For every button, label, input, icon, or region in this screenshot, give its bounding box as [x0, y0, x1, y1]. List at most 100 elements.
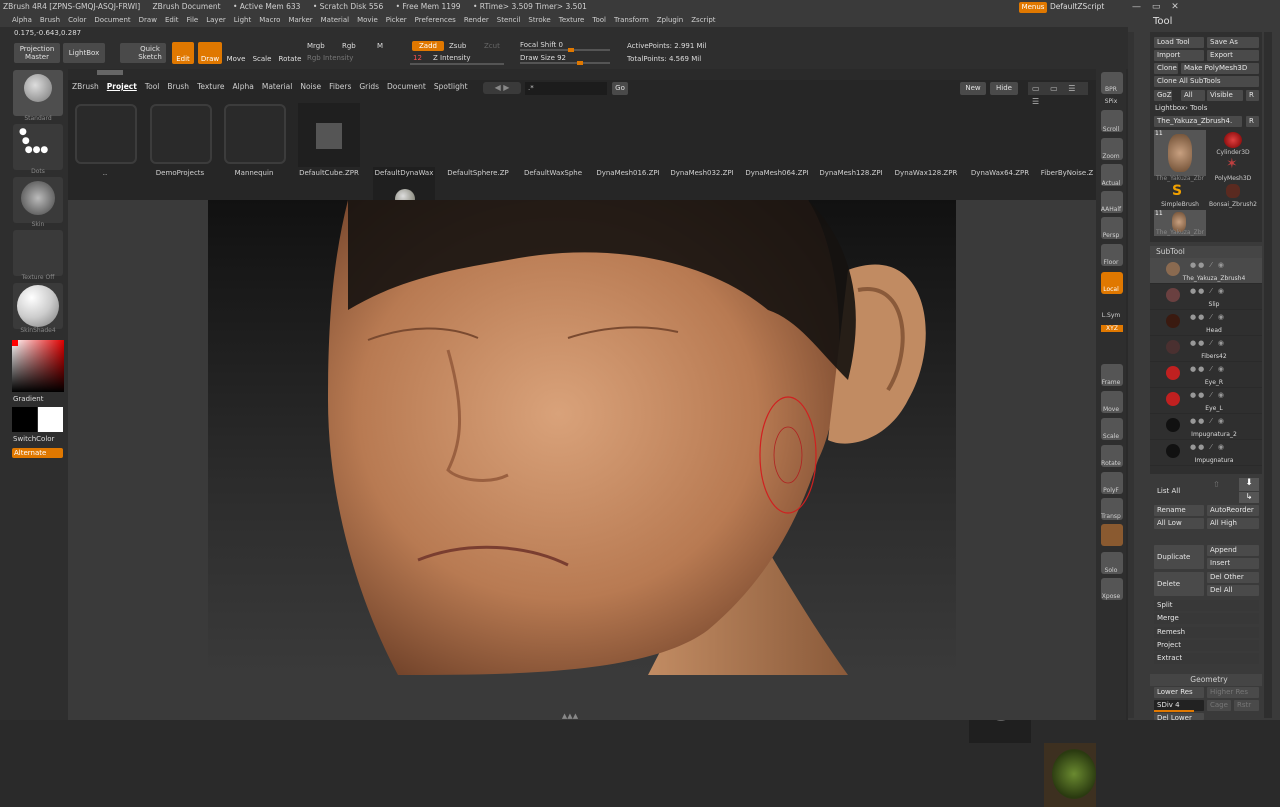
menu-item-movie[interactable]: Movie: [357, 16, 378, 24]
lightbox-item-fiberbynoise[interactable]: [1044, 743, 1096, 807]
m-button[interactable]: M: [377, 42, 383, 50]
lightbox-item-defaultcube[interactable]: [298, 103, 360, 167]
append-button[interactable]: Append: [1207, 545, 1259, 556]
shelf-scroll-handle[interactable]: [97, 70, 123, 75]
lightbox-tab-material[interactable]: Material: [262, 82, 292, 94]
canvas-viewport[interactable]: [208, 200, 956, 675]
lightbox-tab-noise[interactable]: Noise: [300, 82, 321, 94]
menu-item-zscript[interactable]: Zscript: [691, 16, 715, 24]
subtool-visibility-toggles[interactable]: ●● ⁄ ◉: [1190, 417, 1226, 425]
stroke-thumbnail[interactable]: ● ● ●●●: [13, 124, 63, 170]
draw-size-handle[interactable]: [577, 61, 583, 65]
focal-shift-handle[interactable]: [568, 48, 574, 52]
menus-button[interactable]: Menus: [1019, 2, 1047, 13]
menu-item-color[interactable]: Color: [68, 16, 86, 24]
move-right-arrow-icon[interactable]: ↳: [1239, 492, 1259, 503]
all-high-button[interactable]: All High: [1207, 518, 1259, 529]
alternate-button[interactable]: Alternate: [12, 448, 63, 458]
list-all-button[interactable]: List All: [1154, 486, 1204, 497]
menu-item-zplugin[interactable]: Zplugin: [657, 16, 683, 24]
export-button[interactable]: Export: [1207, 50, 1259, 61]
tool-panel-left-divider[interactable]: [1128, 32, 1134, 718]
lightbox-tab-grids[interactable]: Grids: [359, 82, 379, 94]
projection-master-button[interactable]: Projection Master: [14, 43, 60, 63]
simplebrush-icon[interactable]: S: [1172, 183, 1182, 199]
subtool-visibility-toggles[interactable]: ●● ⁄ ◉: [1190, 313, 1226, 321]
polymesh3d-icon[interactable]: ✶: [1226, 156, 1238, 172]
menu-item-light[interactable]: Light: [234, 16, 251, 24]
rename-button[interactable]: Rename: [1154, 505, 1204, 516]
insert-button[interactable]: Insert: [1207, 558, 1259, 569]
merge-section[interactable]: Merge: [1154, 613, 1259, 624]
focal-shift-slider[interactable]: Focal Shift 0: [520, 41, 563, 49]
subtool-item[interactable]: ●● ⁄ ◉ Eye_R: [1150, 362, 1262, 388]
lightbox-new-button[interactable]: New: [960, 82, 986, 95]
menu-item-preferences[interactable]: Preferences: [415, 16, 456, 24]
switchcolor-button[interactable]: SwitchColor: [13, 435, 54, 443]
subtool-visibility-toggles[interactable]: ●● ⁄ ◉: [1190, 261, 1226, 269]
secondary-color-swatch[interactable]: [38, 407, 63, 432]
delete-button[interactable]: Delete: [1154, 572, 1204, 596]
menu-item-stencil[interactable]: Stencil: [497, 16, 521, 24]
move-down-arrow-icon[interactable]: ⬇: [1239, 478, 1259, 491]
subtool-visibility-toggles[interactable]: ●● ⁄ ◉: [1190, 365, 1226, 373]
clone-all-subtools-button[interactable]: Clone All SubTools: [1154, 76, 1259, 87]
z-intensity-slider[interactable]: Z Intensity: [433, 54, 471, 62]
lightbox-item-demoprojects[interactable]: [150, 104, 212, 164]
menu-item-picker[interactable]: Picker: [386, 16, 407, 24]
brush-thumbnail[interactable]: [13, 70, 63, 116]
r-button[interactable]: R: [1246, 90, 1259, 101]
menu-item-render[interactable]: Render: [464, 16, 489, 24]
subtool-item[interactable]: ●● ⁄ ◉ Impugnatura_2: [1150, 414, 1262, 440]
subtool-visibility-toggles[interactable]: ●● ⁄ ◉: [1190, 287, 1226, 295]
autoreorder-button[interactable]: AutoReorder: [1207, 505, 1259, 516]
menu-item-transform[interactable]: Transform: [614, 16, 649, 24]
lightbox-nav-arrows[interactable]: ◀ ▶: [483, 82, 521, 94]
zadd-button[interactable]: Zadd: [412, 41, 444, 51]
lsym-label[interactable]: L.Sym: [1096, 312, 1126, 319]
import-button[interactable]: Import: [1154, 50, 1204, 61]
del-lower-button[interactable]: Del Lower: [1154, 713, 1204, 720]
cage-button[interactable]: Cage: [1207, 700, 1231, 711]
tool-r-button[interactable]: R: [1246, 116, 1259, 127]
lightbox-tab-spotlight[interactable]: Spotlight: [434, 82, 468, 94]
duplicate-button[interactable]: Duplicate: [1154, 545, 1204, 569]
canvas-bottom-handle[interactable]: ▲▲▲: [540, 712, 600, 720]
window-controls[interactable]: — ▭ ✕: [1132, 2, 1183, 12]
lightbox-search-input[interactable]: .*: [525, 82, 607, 95]
lower-res-button[interactable]: Lower Res: [1154, 687, 1204, 698]
lightbox-hide-button[interactable]: Hide: [990, 82, 1018, 95]
del-all-button[interactable]: Del All: [1207, 585, 1259, 596]
lightbox-tab-document[interactable]: Document: [387, 82, 426, 94]
default-zscript[interactable]: DefaultZScript: [1050, 2, 1104, 11]
menu-item-draw[interactable]: Draw: [139, 16, 157, 24]
project-section[interactable]: Project: [1154, 640, 1259, 651]
draw-size-slider[interactable]: Draw Size 92: [520, 54, 566, 62]
split-section[interactable]: Split: [1154, 600, 1259, 611]
clone-button[interactable]: Clone: [1154, 63, 1178, 74]
subtool-item[interactable]: ●● ⁄ ◉ Eye_L: [1150, 388, 1262, 414]
lightbox-tab-texture[interactable]: Texture: [197, 82, 224, 94]
gradient-label[interactable]: Gradient: [13, 395, 43, 403]
tool-palette-title[interactable]: Tool: [1153, 16, 1172, 27]
menu-item-texture[interactable]: Texture: [559, 16, 585, 24]
lightbox-view-controls[interactable]: ▭ ▭ ☰ ☰: [1028, 82, 1088, 106]
del-other-button[interactable]: Del Other: [1207, 572, 1259, 583]
menu-item-stroke[interactable]: Stroke: [528, 16, 550, 24]
lightbox-item-mannequin[interactable]: [224, 104, 286, 164]
subtool-item[interactable]: ●● ⁄ ◉ Fibers42: [1150, 336, 1262, 362]
higher-res-button[interactable]: Higher Res: [1207, 687, 1259, 698]
all-low-button[interactable]: All Low: [1154, 518, 1204, 529]
lightbox-tools-button[interactable]: Lightbox› Tools: [1155, 104, 1207, 112]
lightbox-item-parent[interactable]: [75, 104, 137, 164]
subtool-item[interactable]: ●● ⁄ ◉ Head: [1150, 310, 1262, 336]
lightbox-button[interactable]: LightBox: [63, 43, 105, 63]
menu-item-brush[interactable]: Brush: [40, 16, 60, 24]
material-thumbnail[interactable]: [13, 283, 63, 329]
subtool-header[interactable]: SubTool: [1150, 246, 1262, 258]
visible-button[interactable]: Visible: [1207, 90, 1243, 101]
zcut-button[interactable]: Zcut: [484, 42, 500, 50]
bonsai-icon[interactable]: [1226, 184, 1240, 198]
lightbox-tab-brush[interactable]: Brush: [167, 82, 189, 94]
goz-button[interactable]: GoZ: [1154, 90, 1172, 101]
